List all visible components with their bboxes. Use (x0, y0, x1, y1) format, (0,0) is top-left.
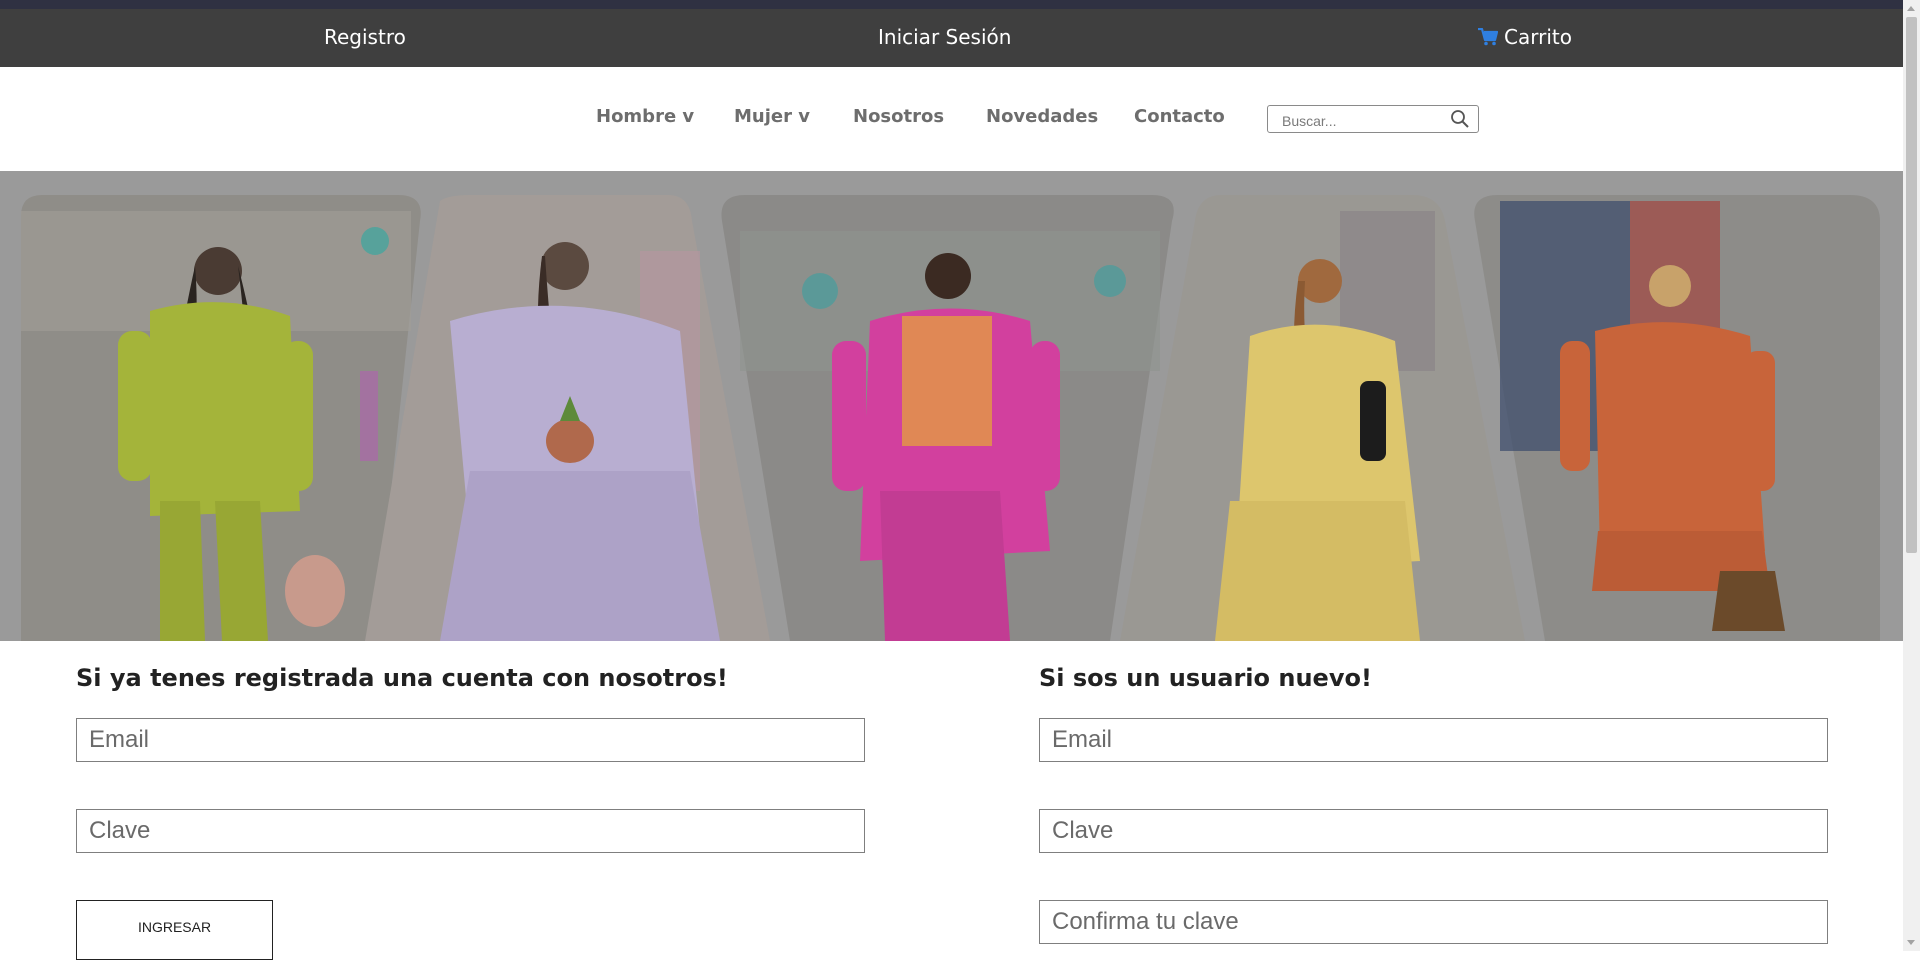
runway-panel-3 (721, 195, 1174, 641)
top-bar: Registro Iniciar Sesión Carrito (0, 9, 1903, 67)
scroll-up-icon[interactable] (1907, 6, 1915, 11)
main-nav: Hombre v Mujer v Nosotros Novedades Cont… (0, 67, 1903, 171)
register-section-title: Si sos un usuario nuevo! (1039, 664, 1372, 692)
search-input[interactable] (1276, 109, 1436, 129)
register-email-field[interactable] (1039, 718, 1828, 762)
cart-link[interactable]: Carrito (1478, 25, 1572, 49)
login-password-field[interactable] (76, 809, 865, 853)
login-email-field[interactable] (76, 718, 865, 762)
search-box (1267, 105, 1479, 133)
nav-item-contacto[interactable]: Contacto (1134, 106, 1225, 128)
nav-item-mujer[interactable]: Mujer v (734, 106, 810, 128)
runway-collage-image (0, 171, 1903, 641)
login-section-title: Si ya tenes registrada una cuenta con no… (76, 664, 728, 692)
register-confirm-password-field[interactable] (1039, 900, 1828, 944)
nav-item-hombre[interactable]: Hombre v (596, 106, 694, 128)
scrollbar-thumb[interactable] (1906, 17, 1917, 553)
scroll-down-icon[interactable] (1907, 940, 1915, 945)
shopping-cart-icon (1478, 28, 1498, 46)
login-submit-button[interactable]: Ingresar (76, 900, 273, 960)
cart-label: Carrito (1504, 25, 1572, 49)
nav-item-nosotros[interactable]: Nosotros (853, 106, 944, 128)
browser-top-strip (0, 0, 1903, 9)
register-link[interactable]: Registro (324, 25, 406, 49)
magnifier-icon[interactable] (1450, 109, 1470, 129)
page-scrollbar[interactable] (1903, 0, 1920, 951)
runway-panel-1 (21, 195, 421, 641)
nav-item-novedades[interactable]: Novedades (986, 106, 1098, 128)
login-link[interactable]: Iniciar Sesión (878, 25, 1011, 49)
hero-banner (0, 171, 1903, 641)
runway-panel-5 (1474, 195, 1880, 641)
register-password-field[interactable] (1039, 809, 1828, 853)
